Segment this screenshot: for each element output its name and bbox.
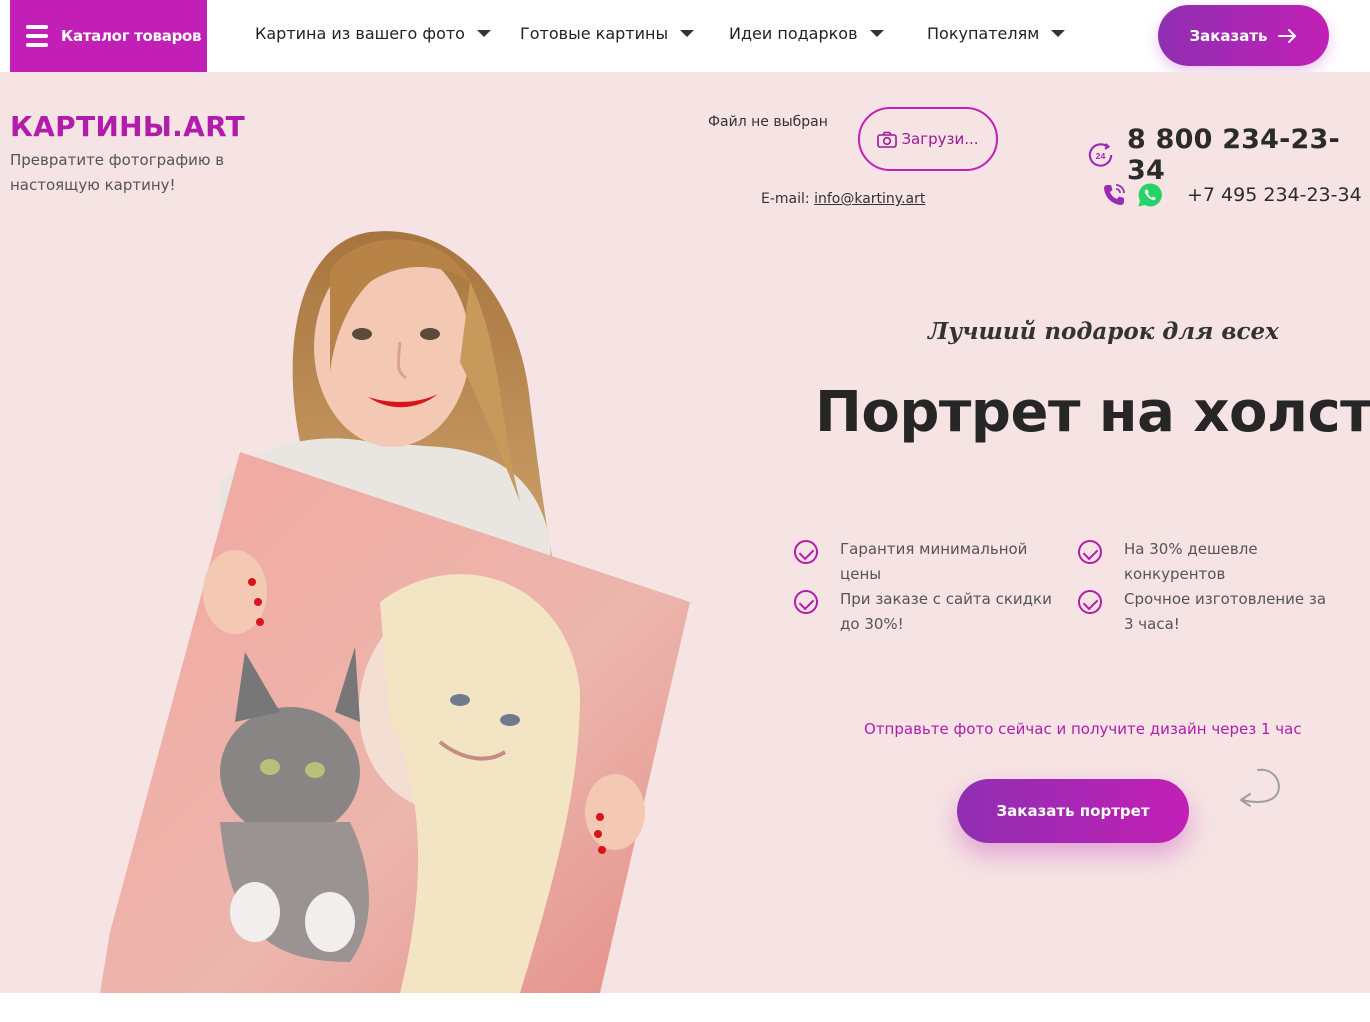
chevron-down-icon: [869, 30, 884, 37]
nav-item-customers[interactable]: Покупателям: [927, 24, 1066, 43]
feature-item: Срочное изготовление за 3 часа!: [1078, 587, 1336, 637]
file-status: Файл не выбран: [708, 114, 828, 130]
feature-text: На 30% дешевле конкурентов: [1124, 540, 1258, 583]
check-circle-icon: [1078, 590, 1102, 614]
catalog-button[interactable]: Каталог товаров: [10, 0, 207, 72]
feature-text: Срочное изготовление за 3 часа!: [1124, 590, 1327, 633]
catalog-label: Каталог товаров: [61, 27, 202, 45]
chevron-down-icon: [476, 30, 491, 37]
nav-item-label: Идеи подарков: [729, 24, 858, 43]
phone-main-number: 8 800 234-23-34: [1127, 124, 1340, 186]
email-link[interactable]: info@kartiny.art: [814, 191, 925, 207]
phone-secondary-number: +7 495 234-23-34: [1187, 184, 1362, 206]
order-portrait-button[interactable]: Заказать портрет: [957, 779, 1189, 843]
phone-secondary[interactable]: +7 495 234-23-34: [1101, 182, 1362, 208]
clock-24-icon: 24: [1088, 143, 1113, 167]
nav-item-label: Готовые картины: [520, 24, 669, 43]
hero-photo: [100, 231, 690, 993]
camera-icon: [877, 131, 898, 148]
order-button-label: Заказать: [1189, 26, 1268, 45]
menu-icon: [26, 25, 48, 47]
hero-subtitle: Лучший подарок для всех: [928, 318, 1279, 345]
email-label: E-mail:: [761, 191, 810, 207]
hero-headline: Портрет на холсте: [815, 380, 1370, 445]
email-row: E-mail: info@kartiny.art: [761, 191, 925, 207]
nav-item-gift-ideas[interactable]: Идеи подарков: [729, 24, 884, 43]
top-navigation: Каталог товаров Картина из вашего фото Г…: [0, 0, 1370, 72]
site-logo[interactable]: КАРТИНЫ.ART: [10, 110, 245, 143]
phone-main[interactable]: 24 8 800 234-23-34: [1086, 124, 1370, 186]
nav-item-label: Картина из вашего фото: [255, 24, 465, 43]
site-tagline: Превратите фотографию в настоящую картин…: [10, 151, 225, 194]
phone-icon: [1104, 184, 1125, 205]
chevron-down-icon: [680, 30, 695, 37]
feature-item: При заказе с сайта скидки до 30%!: [794, 587, 1052, 637]
cta-note: Отправьте фото сейчас и получите дизайн …: [864, 720, 1302, 738]
upload-photo-label: Загрузи...: [901, 130, 979, 148]
upload-photo-button[interactable]: Загрузи...: [858, 107, 998, 171]
arrow-right-icon: [1277, 28, 1296, 43]
feature-text: Гарантия минимальной цены: [840, 540, 1028, 583]
whatsapp-icon[interactable]: [1137, 182, 1163, 208]
feature-item: На 30% дешевле конкурентов: [1078, 537, 1336, 587]
check-circle-icon: [794, 590, 818, 614]
clock-24-label: 24: [1096, 151, 1106, 161]
nav-item-label: Покупателям: [927, 24, 1040, 43]
order-button[interactable]: Заказать: [1158, 5, 1329, 66]
nav-item-photo-painting[interactable]: Картина из вашего фото: [255, 24, 491, 43]
hero-section: КАРТИНЫ.ART Превратите фотографию в наст…: [0, 72, 1370, 993]
check-circle-icon: [1078, 540, 1102, 564]
chevron-down-icon: [1051, 30, 1066, 37]
feature-text: При заказе с сайта скидки до 30%!: [840, 590, 1052, 633]
feature-item: Гарантия минимальной цены: [794, 537, 1052, 587]
curved-arrow-icon: [1240, 768, 1280, 807]
check-circle-icon: [794, 540, 818, 564]
nav-item-ready-paintings[interactable]: Готовые картины: [520, 24, 695, 43]
